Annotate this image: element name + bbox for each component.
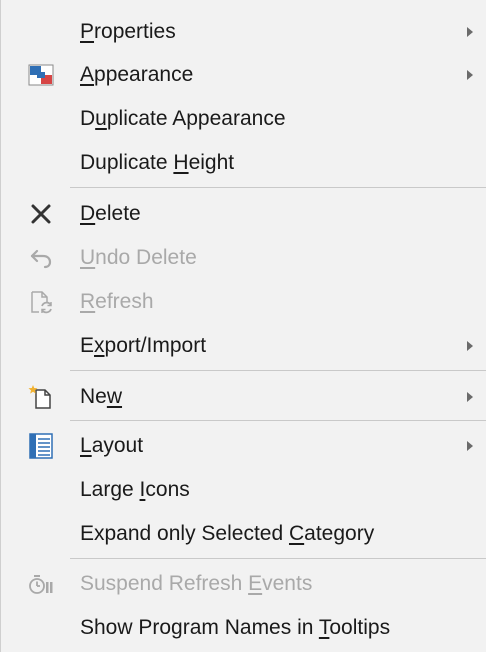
submenu-arrow-icon bbox=[467, 27, 473, 37]
menu-item-properties[interactable]: Properties bbox=[1, 10, 486, 54]
layout-icon bbox=[27, 433, 55, 459]
submenu-arrow-icon bbox=[467, 70, 473, 80]
suspend-refresh-icon bbox=[27, 571, 55, 597]
menu-item-label: Delete bbox=[80, 202, 141, 225]
menu-separator bbox=[70, 370, 486, 371]
refresh-icon bbox=[27, 289, 55, 315]
menu-item-duplicate-height[interactable]: Duplicate Height bbox=[1, 141, 486, 185]
menu-item-label: Duplicate Appearance bbox=[80, 107, 286, 130]
menu-item-label: Properties bbox=[80, 20, 176, 43]
submenu-arrow-icon bbox=[467, 441, 473, 451]
menu-separator bbox=[70, 558, 486, 559]
menu-separator bbox=[70, 187, 486, 188]
menu-item-refresh[interactable]: Refresh bbox=[1, 280, 486, 324]
menu-separator bbox=[70, 420, 486, 421]
menu-item-delete[interactable]: Delete bbox=[1, 192, 486, 236]
menu-item-label: Undo Delete bbox=[80, 246, 197, 269]
menu-item-label: Expand only Selected Category bbox=[80, 522, 375, 545]
menu-item-label: Appearance bbox=[80, 63, 194, 86]
menu-item-suspend-refresh-events[interactable]: Suspend Refresh Events bbox=[1, 562, 486, 606]
submenu-arrow-icon bbox=[467, 392, 473, 402]
menu-item-label: Refresh bbox=[80, 290, 154, 313]
menu-item-expand-only-selected-category[interactable]: Expand only Selected Category bbox=[1, 512, 486, 556]
menu-item-label: New bbox=[80, 385, 123, 408]
menu-item-label: Show Program Names in Tooltips bbox=[80, 616, 391, 639]
appearance-icon bbox=[27, 62, 55, 88]
delete-icon bbox=[27, 201, 55, 227]
menu-item-large-icons[interactable]: Large Icons bbox=[1, 468, 486, 512]
menu-item-label: Duplicate Height bbox=[80, 151, 235, 174]
undo-icon bbox=[27, 245, 55, 271]
menu-item-duplicate-appearance[interactable]: Duplicate Appearance bbox=[1, 97, 486, 141]
menu-item-layout[interactable]: Layout bbox=[1, 424, 486, 468]
menu-item-appearance[interactable]: Appearance bbox=[1, 53, 486, 97]
context-menu: Properties Appearance Duplicate Appearan… bbox=[0, 0, 486, 652]
menu-item-label: Large Icons bbox=[80, 478, 190, 501]
menu-item-export-import[interactable]: Export/Import bbox=[1, 324, 486, 368]
submenu-arrow-icon bbox=[467, 341, 473, 351]
menu-item-undo-delete[interactable]: Undo Delete bbox=[1, 236, 486, 280]
menu-item-label: Export/Import bbox=[80, 334, 207, 357]
menu-item-show-program-names-in-tooltips[interactable]: Show Program Names in Tooltips bbox=[1, 606, 486, 650]
new-icon bbox=[27, 384, 55, 410]
menu-item-label: Layout bbox=[80, 434, 144, 457]
menu-item-label: Suspend Refresh Events bbox=[80, 572, 313, 595]
menu-item-new[interactable]: New bbox=[1, 375, 486, 419]
